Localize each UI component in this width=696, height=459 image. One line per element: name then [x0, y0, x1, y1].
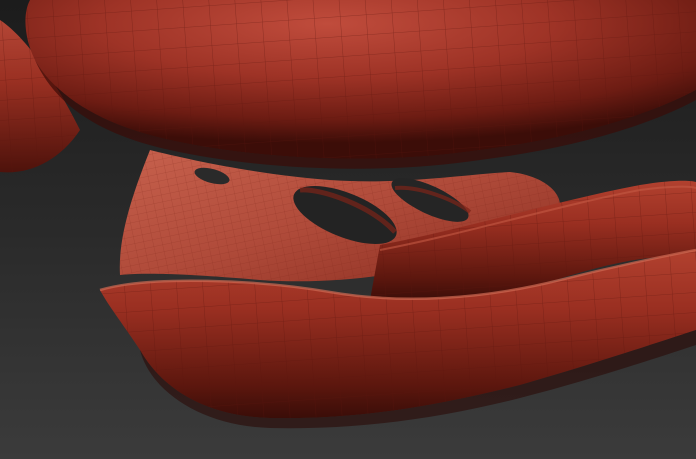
sculpt-render: [0, 0, 696, 459]
3d-viewport[interactable]: [0, 0, 696, 459]
